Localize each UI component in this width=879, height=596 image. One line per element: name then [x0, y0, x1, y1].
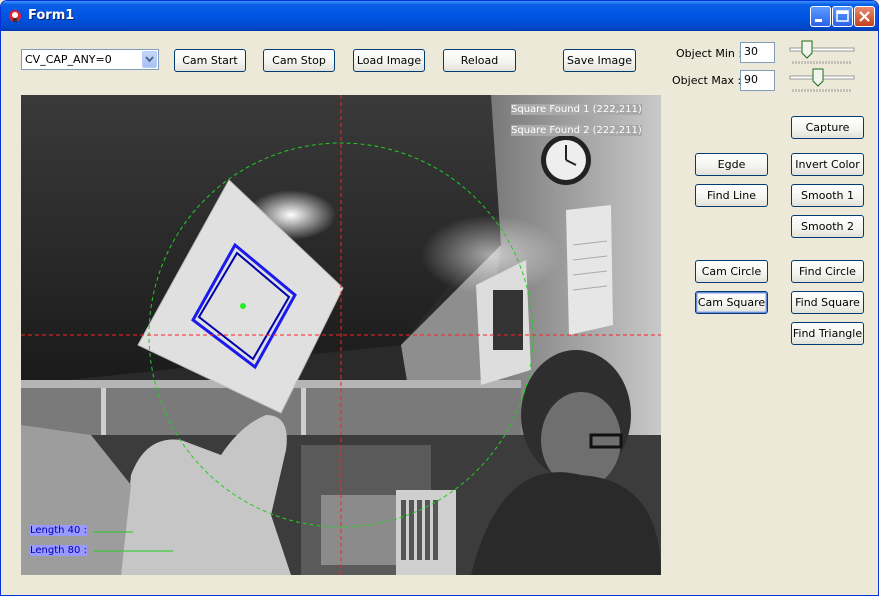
capture-button[interactable]: Capture — [791, 116, 864, 139]
smooth2-button[interactable]: Smooth 2 — [791, 215, 864, 238]
length80-label: Length 80 : — [30, 545, 87, 556]
form-client-area: CV_CAP_ANY=0 Cam Start Cam Stop Load Ima… — [5, 31, 876, 593]
cam-circle-button[interactable]: Cam Circle — [695, 260, 768, 283]
object-max-slider[interactable] — [789, 67, 855, 93]
find-square-button[interactable]: Find Square — [791, 291, 864, 314]
close-icon — [859, 11, 870, 22]
window-title: Form1 — [28, 8, 75, 23]
title-bar[interactable]: Form1 — [1, 1, 878, 31]
camera-select-value: CV_CAP_ANY=0 — [25, 53, 112, 66]
camera-select[interactable]: CV_CAP_ANY=0 — [21, 49, 159, 70]
square-found-1-text: Square Found 1 (222,211) — [511, 104, 642, 115]
app-icon — [9, 10, 21, 22]
detected-square-center — [240, 303, 246, 309]
application-window: Form1 CV_CAP_ANY=0 Cam Start Cam Stop Lo… — [0, 0, 879, 596]
maximize-button[interactable] — [832, 6, 853, 27]
close-button[interactable] — [854, 6, 875, 27]
minimize-button[interactable] — [810, 6, 831, 27]
save-image-button[interactable]: Save Image — [563, 49, 636, 72]
find-line-button[interactable]: Find Line — [695, 184, 768, 207]
camera-frame — [21, 95, 661, 575]
find-circle-button[interactable]: Find Circle — [791, 260, 864, 283]
edge-button[interactable]: Egde — [695, 153, 768, 176]
smooth1-button[interactable]: Smooth 1 — [791, 184, 864, 207]
camera-view[interactable]: Square Found 1 (222,211) Square Found 2 … — [21, 95, 661, 575]
object-max-input[interactable]: 90 — [740, 70, 775, 91]
object-min-slider[interactable] — [789, 39, 855, 65]
cam-stop-button[interactable]: Cam Stop — [263, 49, 335, 72]
cam-start-button[interactable]: Cam Start — [174, 49, 246, 72]
find-triangle-button[interactable]: Find Triangle — [791, 322, 864, 345]
load-image-button[interactable]: Load Image — [353, 49, 425, 72]
dropdown-arrow-icon[interactable] — [142, 51, 157, 68]
square-found-2-text: Square Found 2 (222,211) — [511, 125, 642, 136]
reload-button[interactable]: Reload — [443, 49, 516, 72]
object-max-label: Object Max : — [672, 74, 742, 87]
object-min-label: Object Min : — [676, 47, 743, 60]
minimize-icon — [815, 19, 822, 22]
invert-color-button[interactable]: Invert Color — [791, 153, 864, 176]
maximize-icon — [836, 10, 849, 22]
cam-square-button[interactable]: Cam Square — [695, 291, 768, 314]
object-min-input[interactable]: 30 — [740, 42, 775, 63]
length40-label: Length 40 : — [30, 525, 87, 536]
